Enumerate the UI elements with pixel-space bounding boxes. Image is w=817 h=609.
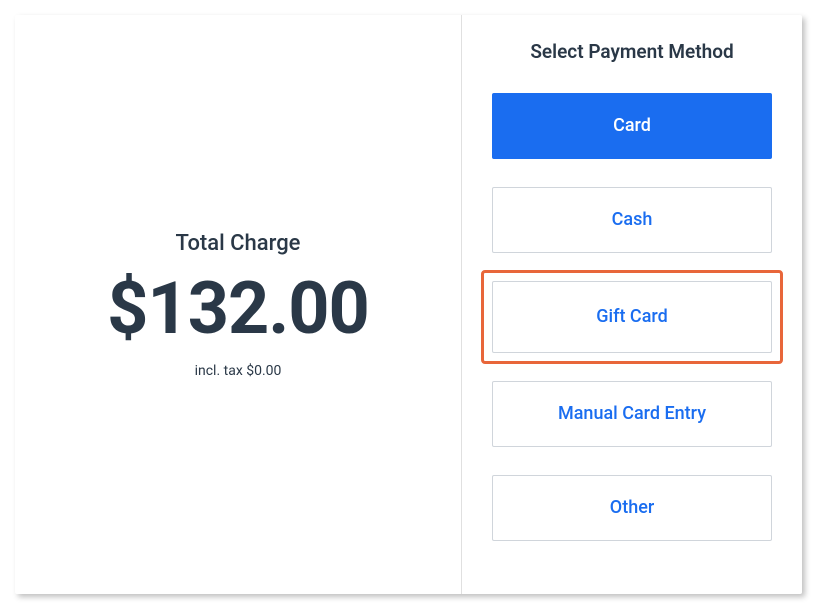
payment-option-gift-card[interactable]: Gift Card [492, 281, 772, 353]
checkout-container: Total Charge $132.00 incl. tax $0.00 Sel… [15, 15, 802, 594]
payment-option-other[interactable]: Other [492, 475, 772, 541]
payment-panel: Select Payment Method Card Cash Gift Car… [462, 15, 802, 594]
highlighted-option-wrapper: Gift Card [481, 270, 783, 364]
payment-option-manual-entry[interactable]: Manual Card Entry [492, 381, 772, 447]
total-charge-label: Total Charge [176, 231, 301, 256]
tax-info: incl. tax $0.00 [195, 363, 282, 379]
payment-method-header: Select Payment Method [492, 40, 772, 63]
payment-option-card[interactable]: Card [492, 93, 772, 159]
total-charge-amount: $132.00 [107, 266, 369, 351]
charge-panel: Total Charge $132.00 incl. tax $0.00 [15, 15, 462, 594]
payment-option-cash[interactable]: Cash [492, 187, 772, 253]
